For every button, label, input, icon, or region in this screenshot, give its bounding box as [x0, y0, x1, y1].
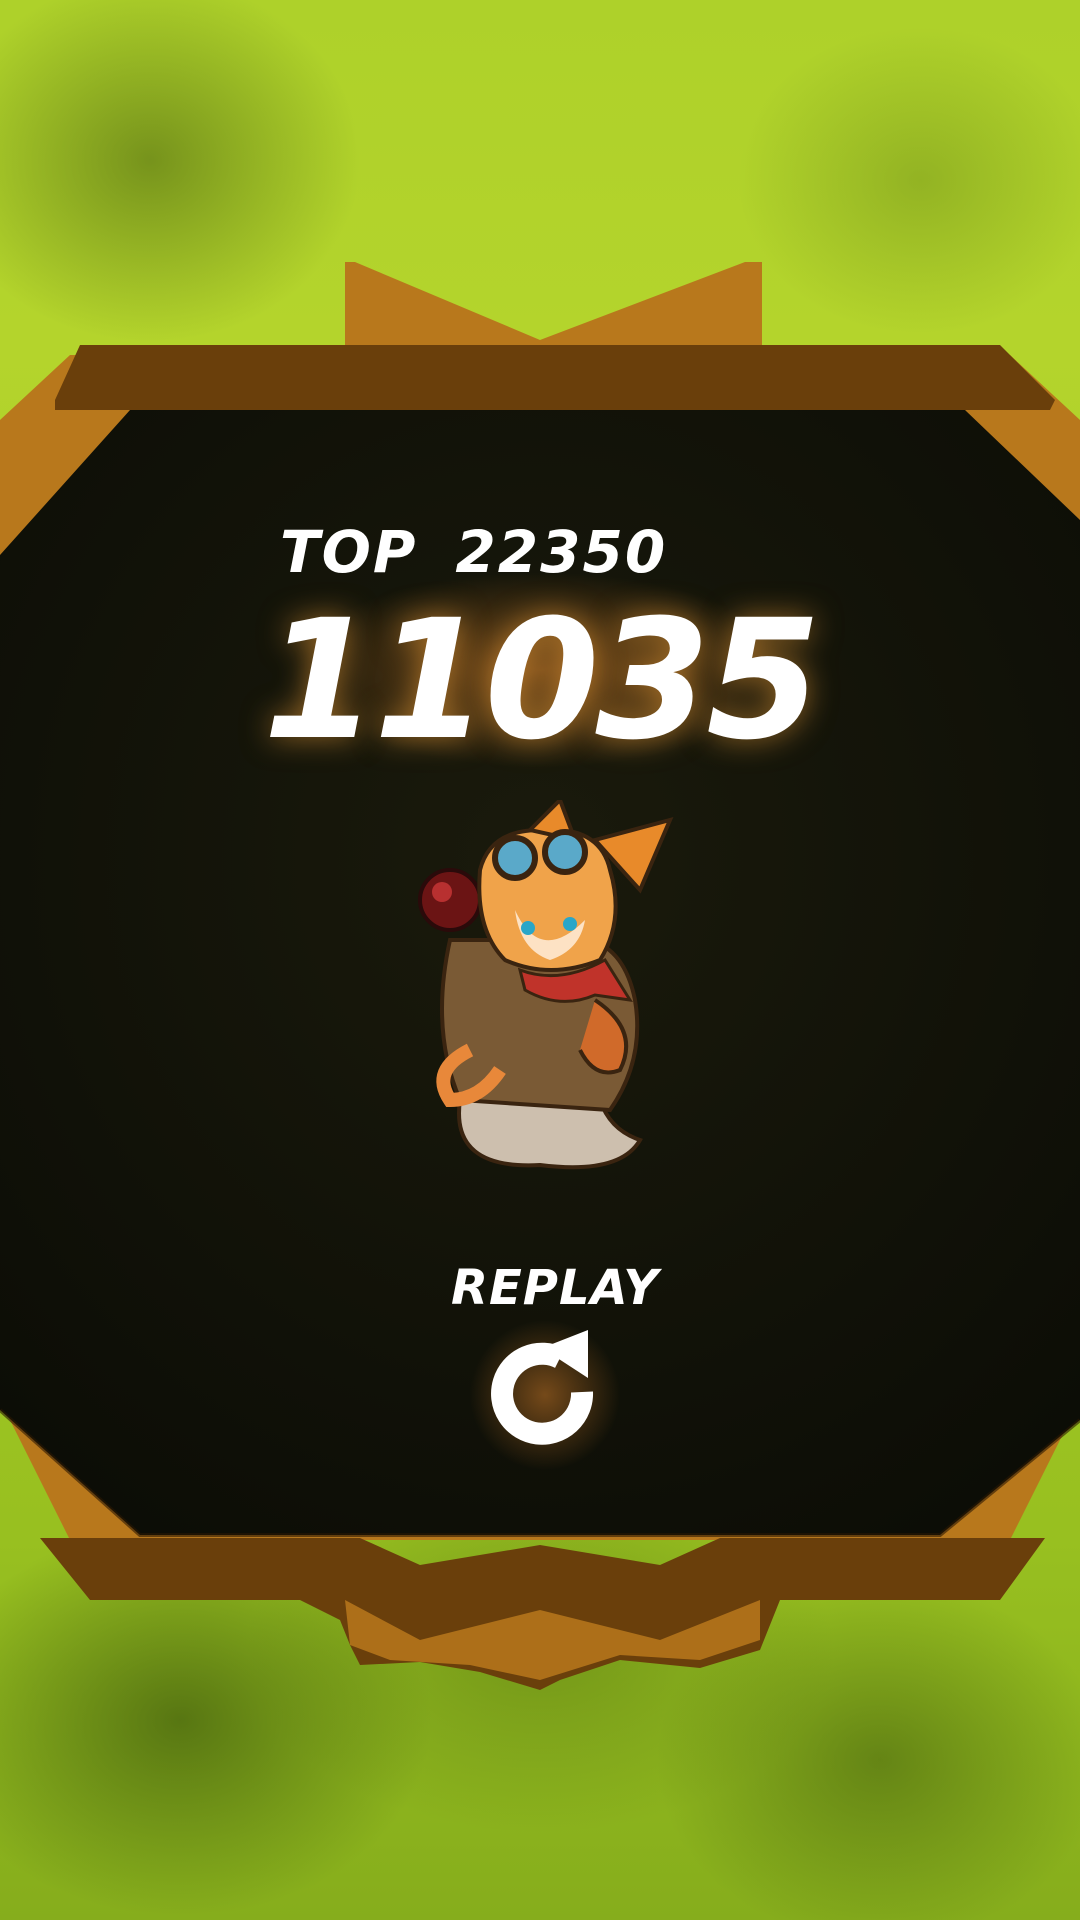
replay-arrow-icon — [470, 1320, 620, 1470]
best-score-label: TOP — [280, 518, 418, 586]
fox-adventurer-character — [418, 800, 674, 1170]
best-score-value: 22350 — [455, 518, 668, 586]
current-score: 11035 — [262, 584, 821, 776]
best-score: TOP 22350 — [280, 518, 667, 588]
replay-button[interactable] — [470, 1320, 620, 1470]
replay-label[interactable]: REPLAY — [440, 1260, 670, 1316]
frame-top-bar — [55, 345, 1055, 410]
frame-top-ears — [345, 262, 762, 350]
